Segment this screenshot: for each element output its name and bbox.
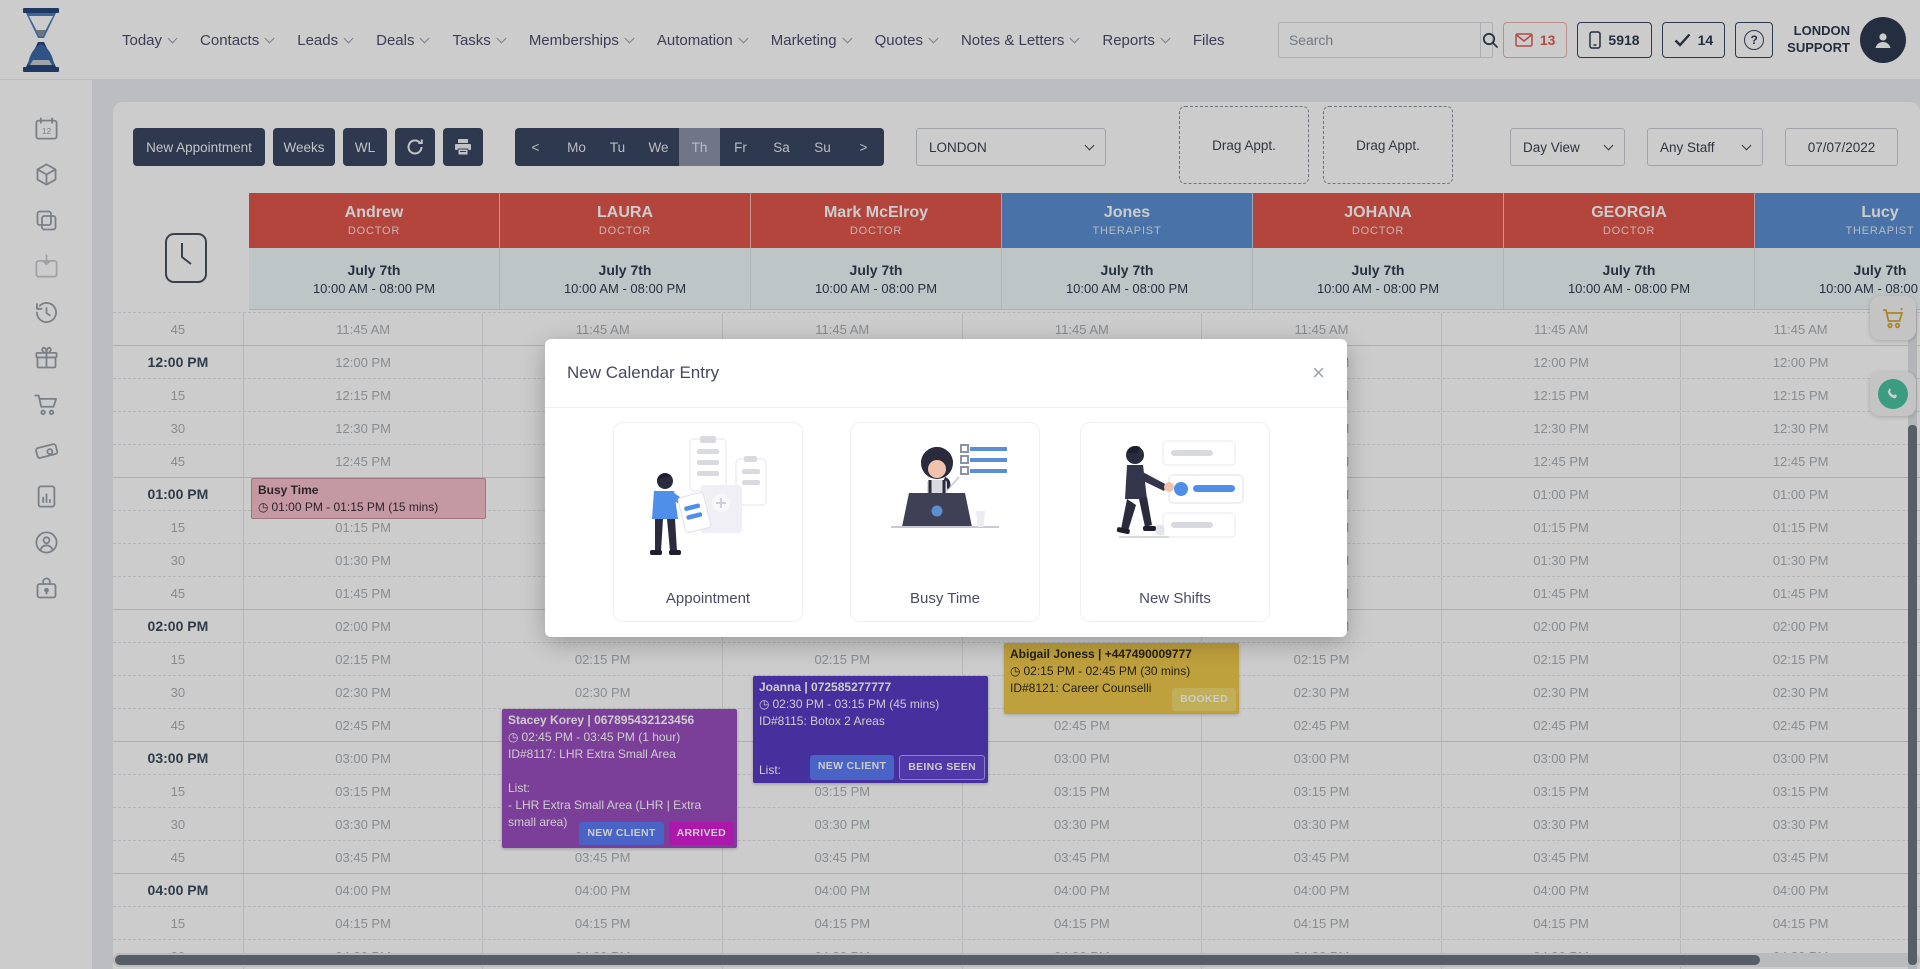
modal-title: New Calendar Entry bbox=[567, 363, 719, 383]
entry-option-appointment[interactable]: Appointment bbox=[613, 422, 803, 622]
new-calendar-entry-modal: New Calendar Entry × Appointment Busy Ti… bbox=[545, 339, 1347, 637]
busy-time-illustration bbox=[875, 433, 1015, 568]
entry-option-new-shifts[interactable]: New Shifts bbox=[1080, 422, 1270, 622]
application-window: TodayContactsLeadsDealsTasksMembershipsA… bbox=[0, 0, 1920, 969]
modal-header: New Calendar Entry × bbox=[545, 339, 1347, 408]
entry-option-label: Appointment bbox=[666, 590, 750, 607]
entry-option-label: New Shifts bbox=[1139, 590, 1211, 607]
entry-type-options: Appointment Busy Time New Shifts bbox=[545, 408, 1347, 637]
close-icon[interactable]: × bbox=[1312, 362, 1325, 384]
appointment-illustration bbox=[638, 433, 778, 568]
entry-option-busy-time[interactable]: Busy Time bbox=[850, 422, 1040, 622]
new-shifts-illustration bbox=[1105, 433, 1245, 568]
entry-option-label: Busy Time bbox=[910, 590, 980, 607]
